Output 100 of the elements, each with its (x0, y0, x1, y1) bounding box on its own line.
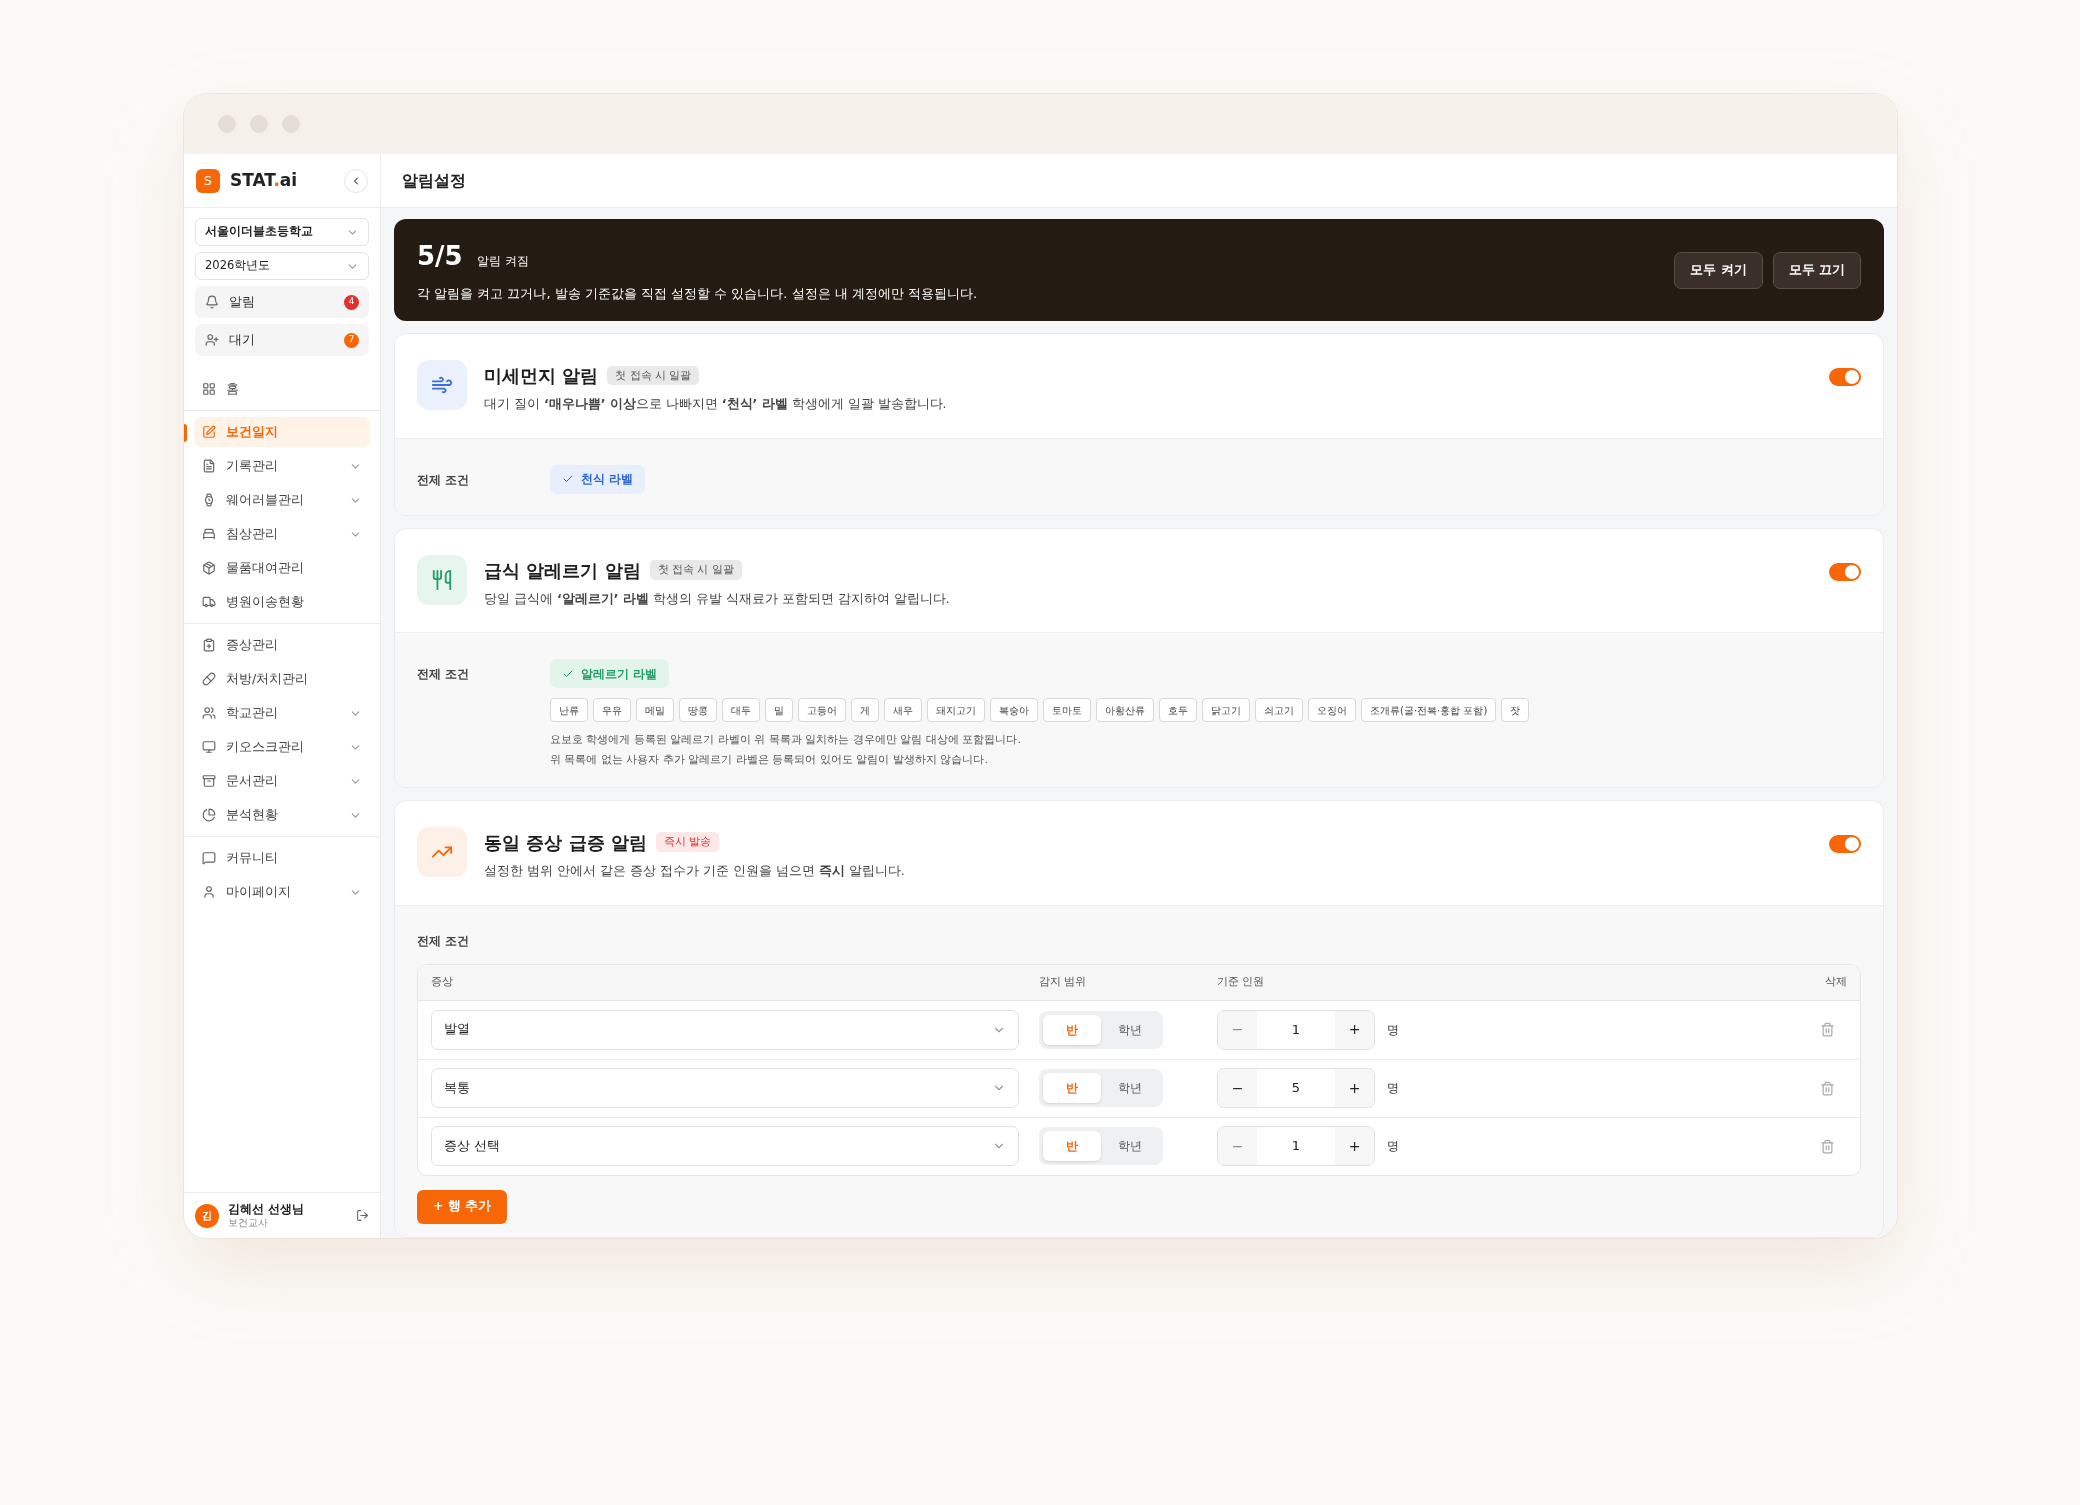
allergen-chip: 닭고기 (1202, 698, 1250, 723)
condition-label: 전제 조건 (417, 471, 471, 489)
card-title: 동일 증상 급증 알림 (484, 830, 647, 855)
note-text: 위 목록에 없는 사용자 추가 알레르기 라벨은 등록되어 있어도 알림이 발생하지 않습니다. (550, 751, 989, 768)
delete-icon[interactable] (1820, 1138, 1835, 1154)
nav-item[interactable]: 홈 (194, 374, 370, 404)
nav-item[interactable]: 증상관리 (194, 630, 370, 660)
scope-option[interactable]: 학년 (1101, 1014, 1159, 1045)
unit-label: 명 (1387, 1138, 1399, 1156)
nav-item[interactable]: 커뮤니티 (194, 843, 370, 873)
nav-item[interactable]: 물품대여관리 (194, 553, 370, 583)
allergen-chip: 쇠고기 (1255, 698, 1303, 723)
increment-button[interactable]: + (1335, 1010, 1374, 1049)
allergen-chip: 호두 (1159, 698, 1197, 723)
card-title: 미세먼지 알림 (484, 364, 599, 388)
document-icon (202, 459, 216, 473)
column-header: 감지 범위 (1039, 974, 1088, 990)
school-select[interactable]: 2026학년도 (195, 252, 369, 280)
box-icon (202, 561, 216, 575)
count-label: 알림 켜짐 (476, 252, 529, 270)
bulk-toggle-button[interactable]: 모두 켜기 (1674, 251, 1763, 289)
school-select[interactable]: 서울이더블초등학교 (195, 218, 369, 246)
nav-item[interactable]: 마이페이지 (194, 877, 370, 907)
person-icon (202, 885, 216, 899)
toggle-switch[interactable] (1829, 834, 1861, 853)
brand-name: STAT.ai (230, 168, 298, 192)
nav-item[interactable]: 병원이송현황 (194, 587, 370, 617)
card-description: 대기 질이 ‘매우나쁨’ 이상으로 나빠지면 ‘천식’ 라벨 학생에게 일괄 발송합니다. (484, 395, 947, 413)
pencil-icon (202, 425, 216, 439)
stepper-value: 5 (1290, 1079, 1302, 1098)
allergen-chip: 고등어 (798, 698, 846, 723)
increment-button[interactable]: + (1335, 1069, 1374, 1108)
allergen-chip: 메밀 (636, 698, 674, 723)
symptom-select[interactable]: 발열 (431, 1009, 1019, 1050)
nav-item[interactable]: 웨어러블관리 (194, 485, 370, 515)
count-badge: 4 (344, 294, 359, 310)
nav-item[interactable]: 침상관리 (194, 519, 370, 549)
person-add-icon (205, 333, 219, 347)
increment-button[interactable]: + (1335, 1127, 1374, 1166)
utensils-icon (417, 554, 467, 605)
column-header: 삭제 (1825, 974, 1847, 990)
card-tag: 즉시 발송 (655, 832, 720, 853)
chat-icon (202, 851, 216, 865)
decrement-button[interactable]: − (1218, 1069, 1257, 1108)
watch-icon (202, 493, 216, 507)
logout-button[interactable] (356, 1209, 369, 1222)
monitor-icon (202, 740, 216, 754)
allergen-chip: 잣 (1501, 698, 1530, 723)
scope-option[interactable]: 학년 (1101, 1131, 1159, 1162)
allergen-chip: 난류 (550, 698, 588, 723)
scope-option[interactable]: 학년 (1101, 1073, 1159, 1104)
user-name: 김혜선 선생님 (228, 1202, 304, 1217)
card-title: 급식 알레르기 알림 (484, 558, 641, 583)
enabled-count: 5/5 (417, 239, 463, 273)
nav-item[interactable]: 학교관리 (194, 698, 370, 728)
card-description: 당일 급식에 ‘알레르기’ 라벨 학생의 유발 식재료가 포함되면 감지하여 알립니다. (484, 589, 950, 608)
bulk-toggle-button[interactable]: 모두 끄기 (1772, 251, 1861, 289)
column-header: 기준 인원 (1217, 974, 1266, 990)
card-tag: 첫 접속 시 일괄 (649, 560, 742, 580)
delete-icon[interactable] (1820, 1080, 1835, 1096)
count-badge: 7 (344, 332, 359, 348)
allergen-chip: 토마토 (1043, 698, 1091, 723)
allergen-chip: 조개류(굴·전복·홍합 포함) (1361, 698, 1497, 723)
column-header: 증상 (431, 974, 454, 990)
allergen-chip: 대두 (722, 698, 760, 723)
allergen-chip: 복숭아 (990, 698, 1038, 723)
toggle-switch[interactable] (1829, 368, 1861, 386)
toggle-switch[interactable] (1829, 562, 1861, 581)
condition-chip: 천식 라벨 (550, 464, 646, 494)
trend-up-icon (417, 826, 467, 877)
cabinet-icon (202, 774, 216, 788)
allergen-chip: 우유 (593, 698, 631, 723)
condition-label: 전제 조건 (417, 932, 471, 950)
stepper-value: 1 (1290, 1020, 1302, 1039)
user-avatar: 김 (195, 1203, 219, 1228)
banner-description: 각 알림을 켜고 끄거나, 발송 기준값을 직접 설정할 수 있습니다. 설정은 내 계정에만 적용됩니다. (417, 284, 978, 303)
symptom-select[interactable]: 복통 (431, 1068, 1019, 1109)
quick-nav-item[interactable]: 알림 4 (195, 286, 369, 318)
nav-item[interactable]: 문서관리 (194, 766, 370, 796)
delete-icon[interactable] (1820, 1022, 1835, 1038)
allergen-chip: 아황산류 (1096, 698, 1154, 723)
note-text: 요보호 학생에게 등록된 알레르기 라벨이 위 목록과 일치하는 경우에만 알림 대상에 포함됩니다. (550, 732, 1022, 749)
allergen-chip: 땅콩 (679, 698, 717, 723)
nav-item[interactable]: 기록관리 (194, 451, 370, 481)
people-icon (202, 706, 216, 720)
quick-nav-item[interactable]: 대기 7 (195, 324, 369, 356)
condition-chip: 알레르기 라벨 (550, 659, 670, 689)
grid-icon (202, 382, 216, 396)
unit-label: 명 (1387, 1021, 1399, 1039)
bell-icon (205, 295, 219, 309)
card-tag: 첫 접속 시 일괄 (607, 365, 700, 386)
clipboard-icon (202, 638, 216, 652)
nav-item[interactable]: 키오스크관리 (194, 732, 370, 762)
nav-item[interactable]: 처방/처치관리 (194, 664, 370, 694)
symptom-select[interactable]: 증상 선택 (431, 1126, 1019, 1167)
allergen-chip: 돼지고기 (927, 698, 985, 723)
allergen-chip: 밀 (765, 698, 793, 723)
nav-item[interactable]: 분석현황 (194, 800, 370, 830)
logo-mark: S (196, 168, 220, 193)
user-role: 보건교사 (228, 1216, 269, 1229)
